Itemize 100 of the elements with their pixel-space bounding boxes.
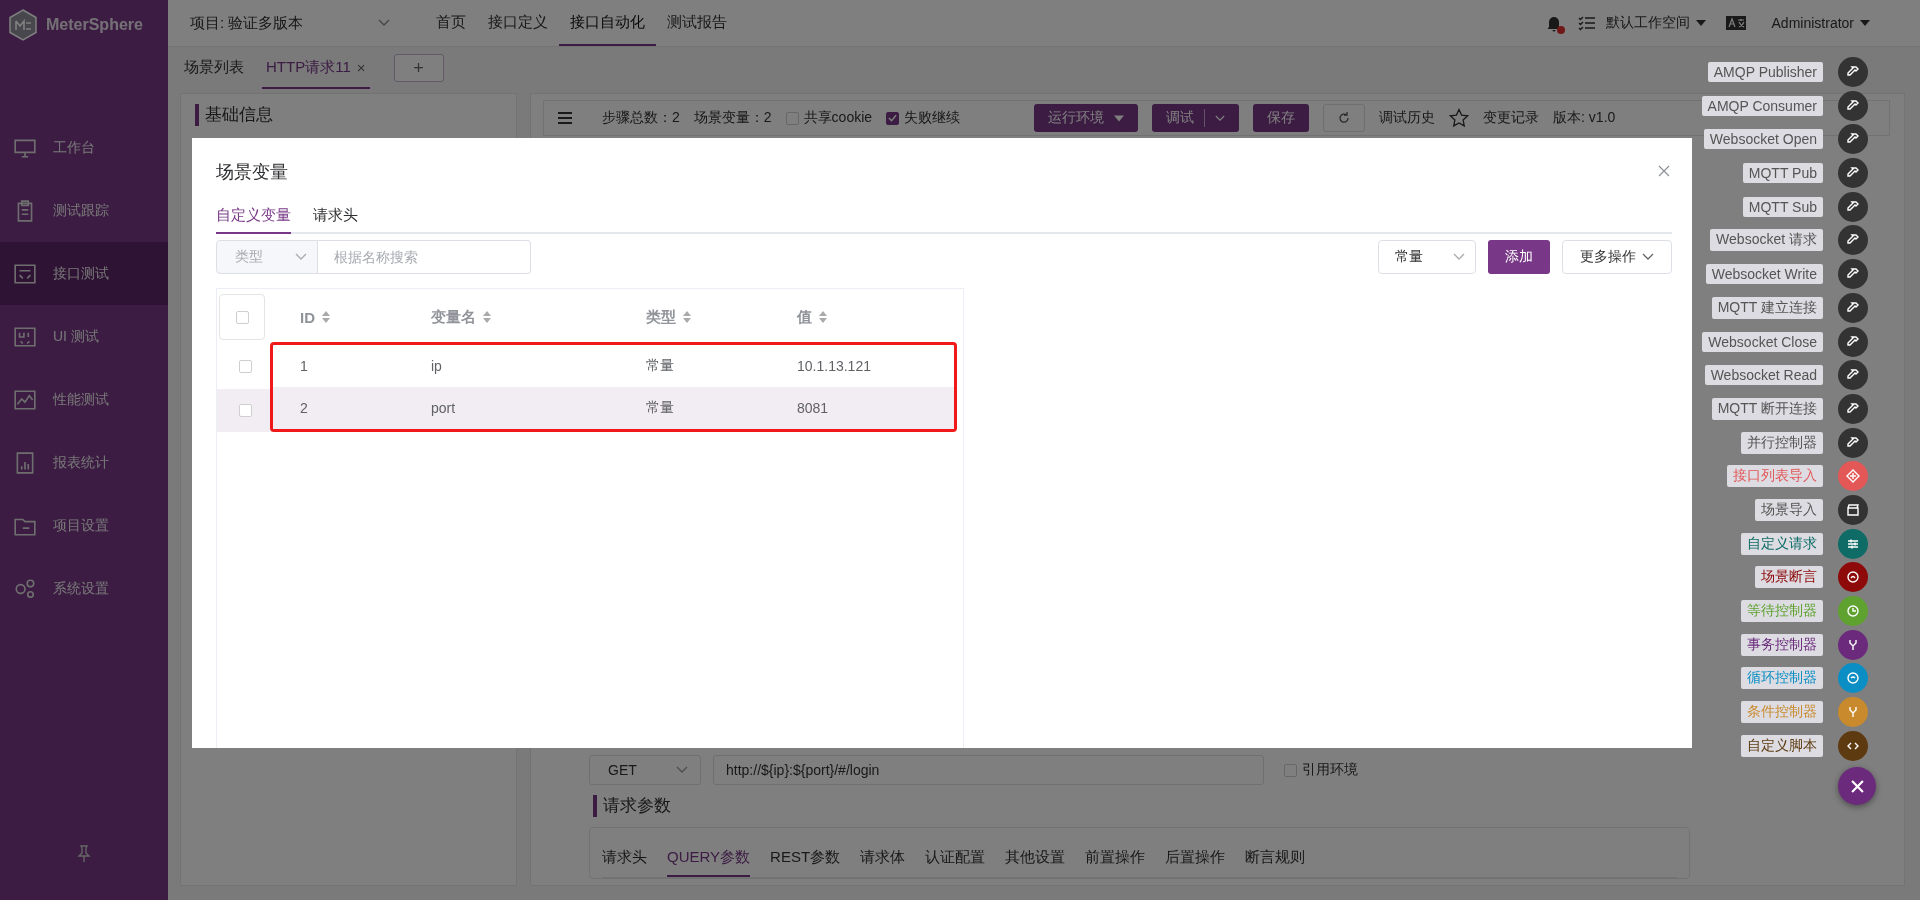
chevron-icon bbox=[1453, 253, 1465, 261]
step-label[interactable]: Websocket 请求 bbox=[1710, 229, 1823, 252]
sidebar-item[interactable]: 报表统计 bbox=[0, 431, 168, 494]
step-label[interactable]: 场景导入 bbox=[1755, 498, 1823, 521]
step-label[interactable]: 等待控制器 bbox=[1741, 600, 1823, 622]
dialog-tab[interactable]: 自定义变量 bbox=[216, 200, 291, 234]
add-tab-button[interactable]: + bbox=[393, 54, 444, 82]
params-tab[interactable]: REST参数 bbox=[770, 842, 841, 877]
step-label[interactable]: 场景断言 bbox=[1755, 566, 1823, 589]
table-cell: port bbox=[431, 400, 456, 416]
chevron-icon bbox=[676, 766, 688, 774]
step-label[interactable]: MQTT Pub bbox=[1742, 163, 1823, 184]
sidebar-item[interactable]: 系统设置 bbox=[0, 557, 168, 620]
variable-count: 场景变量：2 bbox=[693, 109, 772, 127]
step-label[interactable]: Websocket Open bbox=[1703, 129, 1823, 150]
pipette-icon bbox=[1846, 98, 1860, 113]
column-header[interactable]: 类型 bbox=[646, 307, 676, 327]
star-icon[interactable] bbox=[1449, 108, 1470, 128]
params-tab[interactable]: 请求头 bbox=[602, 842, 647, 877]
column-header[interactable]: 值 bbox=[797, 307, 812, 327]
branch-icon bbox=[1846, 637, 1860, 652]
pipette-icon bbox=[1846, 334, 1860, 349]
step-label[interactable]: AMQP Publisher bbox=[1707, 62, 1823, 82]
scene-tab[interactable]: HTTP请求11 × bbox=[262, 47, 370, 89]
sidebar-item[interactable]: 项目设置 bbox=[0, 494, 168, 557]
step-label[interactable]: Websocket Close bbox=[1702, 331, 1823, 352]
debug-history-link[interactable]: 调试历史 bbox=[1379, 109, 1436, 127]
sidebar-item[interactable]: 性能测试 bbox=[0, 368, 168, 431]
workspace-select[interactable]: 默认工作空间 bbox=[1605, 14, 1690, 32]
step-label[interactable]: Websocket Read bbox=[1704, 365, 1823, 386]
debug-button[interactable]: 调试 bbox=[1152, 104, 1240, 132]
chart-icon bbox=[13, 387, 37, 412]
more-actions-button[interactable]: 更多操作 bbox=[1562, 240, 1672, 274]
refresh-button[interactable] bbox=[1323, 104, 1366, 132]
pipette-icon bbox=[1846, 65, 1860, 79]
sidebar-item[interactable]: UI 测试 bbox=[0, 305, 168, 368]
dialog-title: 场景变量 bbox=[216, 161, 288, 184]
caret-icon bbox=[1695, 20, 1706, 26]
params-tab[interactable]: 认证配置 bbox=[925, 842, 986, 877]
pin-icon[interactable] bbox=[76, 845, 92, 863]
table-row[interactable]: 2 port 常量 8081 bbox=[273, 387, 954, 429]
step-label[interactable]: 接口列表导入 bbox=[1727, 465, 1823, 488]
project-select[interactable]: 项目: 验证多版本 bbox=[190, 13, 390, 33]
language-icon[interactable] bbox=[1725, 16, 1746, 30]
option-label: 引用环境 bbox=[1302, 761, 1358, 779]
sidebar-item[interactable]: 工作台 bbox=[0, 116, 168, 179]
task-list-icon[interactable] bbox=[1577, 15, 1596, 31]
bell-icon[interactable] bbox=[1545, 14, 1562, 32]
table-cell: 8081 bbox=[797, 400, 829, 416]
app-logo: MeterSphere bbox=[46, 16, 143, 34]
nav-tab[interactable]: 接口定义 bbox=[477, 0, 559, 46]
change-log-link[interactable]: 变更记录 bbox=[1483, 109, 1540, 127]
step-button[interactable] bbox=[1838, 57, 1868, 87]
params-tab[interactable]: 请求体 bbox=[860, 842, 906, 877]
save-button[interactable]: 保存 bbox=[1253, 104, 1310, 132]
chevron-icon bbox=[378, 19, 390, 27]
table-cell: ip bbox=[431, 358, 442, 374]
dial-icon bbox=[1846, 570, 1860, 585]
step-label[interactable]: 循环控制器 bbox=[1741, 667, 1823, 690]
table-row[interactable]: 1 ip 常量 10.1.13.121 bbox=[273, 345, 954, 387]
gears-icon bbox=[13, 576, 37, 601]
ui-icon bbox=[13, 324, 37, 349]
params-tab[interactable]: 其他设置 bbox=[1005, 842, 1066, 877]
params-tab[interactable]: 断言规则 bbox=[1245, 842, 1306, 877]
column-header[interactable]: ID bbox=[300, 308, 315, 326]
option-label: 失败继续 bbox=[904, 109, 961, 127]
params-tab[interactable]: QUERY参数 bbox=[667, 842, 751, 877]
sidebar-item[interactable]: 测试跟踪 bbox=[0, 179, 168, 242]
step-button[interactable] bbox=[1838, 90, 1868, 121]
search-field[interactable]: 根据名称搜索 bbox=[318, 240, 531, 274]
checkbox[interactable] bbox=[886, 111, 900, 125]
nav-tab[interactable]: 首页 bbox=[425, 0, 477, 46]
refresh-icon bbox=[1337, 111, 1352, 125]
step-label[interactable]: 自定义请求 bbox=[1741, 532, 1823, 555]
pipette-icon bbox=[1846, 199, 1860, 214]
add-button[interactable]: 添加 bbox=[1488, 240, 1550, 274]
nav-tab[interactable]: 测试报告 bbox=[656, 0, 738, 46]
sidebar-item[interactable]: 接口测试 bbox=[0, 242, 168, 305]
option-label: 共享cookie bbox=[803, 109, 873, 127]
version-label: 版本: v1.0 bbox=[1553, 109, 1616, 127]
user-menu[interactable]: Administrator bbox=[1771, 15, 1854, 31]
step-label[interactable]: Websocket Write bbox=[1705, 264, 1823, 285]
step-label[interactable]: 并行控制器 bbox=[1741, 431, 1823, 454]
step-label[interactable]: 事务控制器 bbox=[1741, 633, 1823, 656]
nav-tab[interactable]: 接口自动化 bbox=[559, 0, 656, 46]
menu-icon[interactable] bbox=[558, 112, 572, 124]
column-header[interactable]: 变量名 bbox=[431, 307, 476, 327]
url-field[interactable]: http://${ip}:${port}/#/login bbox=[713, 755, 1264, 785]
params-tab[interactable]: 前置操作 bbox=[1085, 842, 1146, 877]
method-select[interactable]: GET bbox=[589, 755, 701, 785]
params-tab[interactable]: 后置操作 bbox=[1165, 842, 1226, 877]
branch-icon bbox=[1846, 705, 1860, 720]
step-label[interactable]: 自定义脚本 bbox=[1741, 734, 1823, 757]
scene-tab[interactable]: 场景列表 bbox=[180, 47, 248, 89]
type-select[interactable]: 常量 bbox=[1378, 240, 1476, 274]
dialog-tab[interactable]: 请求头 bbox=[313, 200, 358, 234]
table-cell: 常量 bbox=[646, 357, 674, 375]
chevron-icon bbox=[295, 253, 307, 261]
pipette-icon bbox=[1846, 300, 1860, 315]
run-env-button[interactable]: 运行环境 bbox=[1034, 104, 1139, 132]
